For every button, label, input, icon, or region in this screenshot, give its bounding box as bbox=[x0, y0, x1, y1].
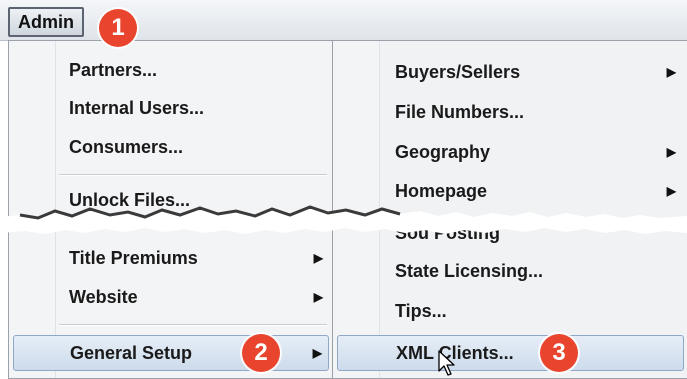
menu-separator bbox=[59, 324, 327, 326]
menu-item-internal-users[interactable]: Internal Users... bbox=[9, 91, 333, 125]
callout-badge-3: 3 bbox=[540, 334, 578, 372]
menu-item-consumers[interactable]: Consumers... bbox=[9, 130, 333, 164]
menu-item-label: File Numbers... bbox=[395, 102, 525, 122]
menu-item-label: Partners... bbox=[69, 60, 158, 80]
menu-item-general-setup[interactable]: General Setup ▶ bbox=[13, 335, 329, 371]
menu-admin[interactable]: Admin bbox=[8, 7, 84, 37]
submenu-arrow-icon: ▶ bbox=[666, 65, 676, 79]
submenu-arrow-icon: ▶ bbox=[313, 251, 323, 265]
menu-item-label: Buyers/Sellers bbox=[395, 62, 521, 82]
menu-item-label: Internal Users... bbox=[69, 98, 205, 118]
menu-item-state-licensing[interactable]: State Licensing... bbox=[333, 254, 687, 288]
pointer-cursor-icon bbox=[438, 350, 455, 376]
submenu-arrow-icon: ▶ bbox=[666, 145, 676, 159]
menu-separator bbox=[59, 174, 327, 176]
callout-badge-2: 2 bbox=[242, 334, 280, 372]
submenu-arrow-icon: ▶ bbox=[312, 346, 322, 360]
menu-item-label: Geography bbox=[395, 142, 491, 162]
menu-item-partners[interactable]: Partners... bbox=[9, 53, 333, 87]
menu-item-file-numbers[interactable]: File Numbers... bbox=[333, 95, 687, 129]
callout-badge-1: 1 bbox=[99, 9, 137, 47]
menu-item-label: Title Premiums bbox=[69, 248, 198, 268]
menu-item-label: Website bbox=[69, 287, 138, 307]
menu-item-label: General Setup bbox=[70, 343, 193, 363]
menu-item-buyers-sellers[interactable]: Buyers/Sellers ▶ bbox=[333, 55, 687, 89]
menu-item-tips[interactable]: Tips... bbox=[333, 294, 687, 328]
menu-item-title-premiums[interactable]: Title Premiums ▶ bbox=[9, 241, 333, 275]
submenu-arrow-icon: ▶ bbox=[313, 290, 323, 304]
menu-item-geography[interactable]: Geography ▶ bbox=[333, 135, 687, 169]
menu-item-label: Consumers... bbox=[69, 137, 184, 157]
menu-item-website[interactable]: Website ▶ bbox=[9, 280, 333, 314]
torn-edge-overlay bbox=[0, 205, 687, 234]
menu-item-label: Tips... bbox=[395, 301, 447, 321]
menu-item-label: State Licensing... bbox=[395, 261, 544, 281]
menu-item-xml-clients[interactable]: XML Clients... bbox=[337, 335, 684, 371]
